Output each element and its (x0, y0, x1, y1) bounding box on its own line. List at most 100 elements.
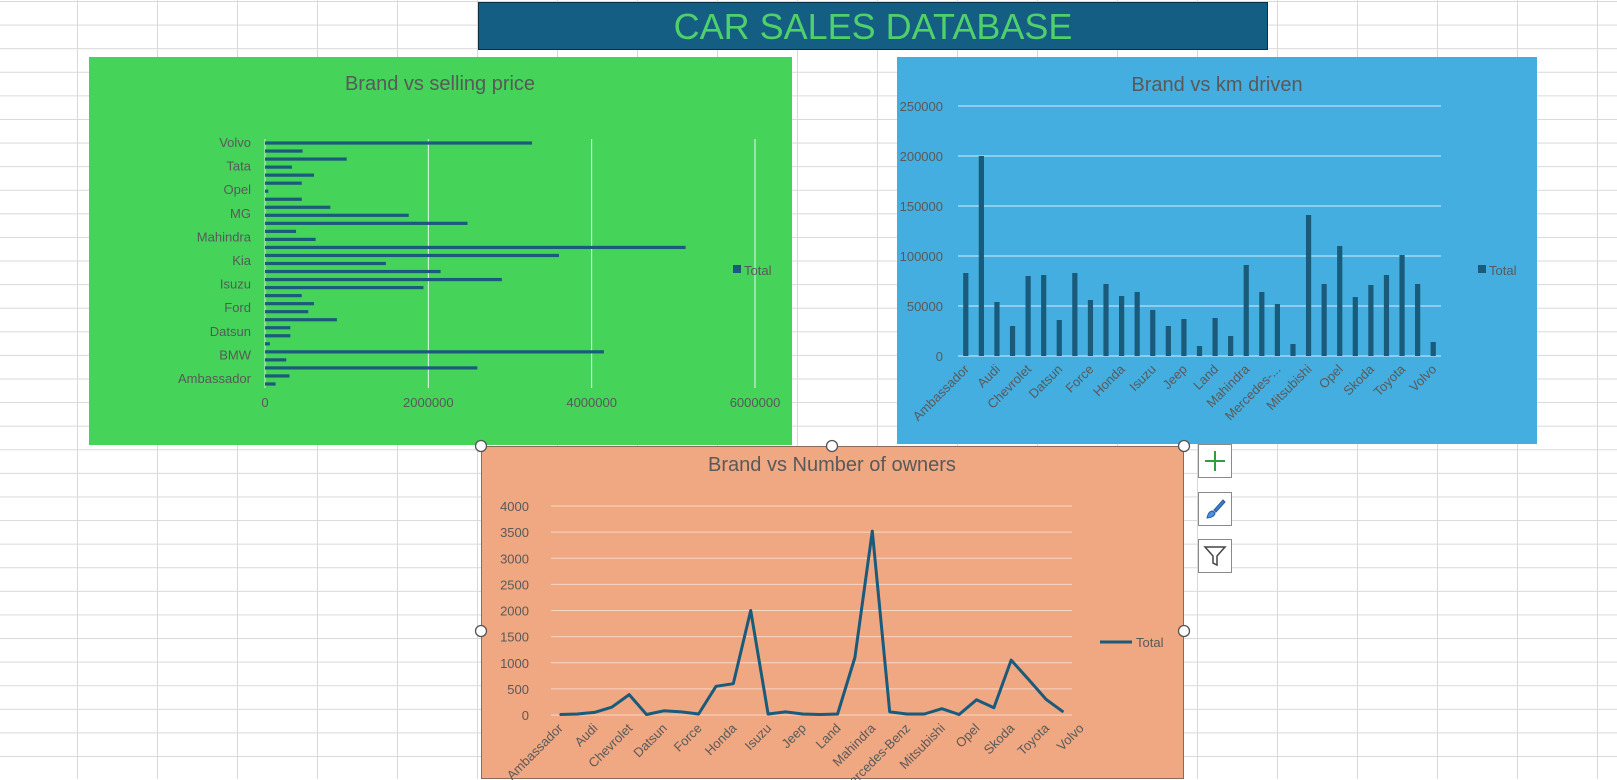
bar (1243, 265, 1249, 356)
y-tick-label: Opel (224, 182, 252, 197)
y-tick-label: Ambassador (178, 371, 252, 386)
bar (265, 261, 386, 266)
y-tick-label: Isuzu (220, 277, 251, 292)
chart-title: Brand vs km driven (1131, 74, 1302, 96)
y-tick-label: 0 (936, 349, 943, 364)
legend-label: Total (744, 263, 772, 278)
plus-icon (1205, 451, 1225, 471)
chart-elements-button[interactable] (1198, 444, 1232, 478)
x-tick-label: Volvo (1406, 362, 1439, 395)
bar (1212, 318, 1218, 356)
page-title: CAR SALES DATABASE (478, 2, 1268, 50)
bar (1352, 297, 1358, 356)
bar (265, 173, 314, 177)
bar (265, 366, 478, 370)
bar (1305, 215, 1312, 356)
bar (1415, 284, 1421, 356)
x-tick-label: 0 (261, 395, 268, 410)
chart-svg: Brand vs selling price 0 2000000 4000000 600… (178, 73, 781, 410)
resize-handle-left (474, 624, 488, 638)
y-tick-label: Kia (232, 253, 252, 268)
paintbrush-icon (1206, 499, 1226, 519)
y-tick-label: Ford (224, 300, 251, 315)
resize-handle-top-left (474, 439, 488, 453)
bar (265, 277, 502, 282)
bar (1118, 296, 1125, 356)
x-tick-label: Skoda (1340, 361, 1377, 398)
bar (265, 221, 468, 225)
bar (265, 350, 604, 354)
bar (1228, 336, 1234, 356)
bar (1368, 285, 1374, 356)
bar (1290, 344, 1296, 356)
bar (1399, 255, 1405, 356)
bar (1134, 292, 1140, 356)
bar (265, 294, 302, 298)
chart-filters-button[interactable] (1198, 539, 1232, 573)
bar (1087, 300, 1094, 356)
bar (265, 358, 287, 362)
bar (265, 253, 559, 258)
chart-selection-handles[interactable] (470, 436, 1195, 779)
bar (1009, 326, 1016, 356)
bar (265, 205, 331, 209)
y-tick-label: MG (230, 206, 251, 221)
bar (978, 156, 984, 356)
chart-svg: Brand vs km driven 0 50000 100000 150000 2000… (900, 74, 1517, 424)
chart-km-driven[interactable]: Brand vs km driven 0 50000 100000 150000 2000… (897, 57, 1537, 444)
bar (1103, 284, 1109, 356)
x-tick-label: Isuzu (1126, 362, 1159, 395)
y-tick-label: Tata (226, 159, 251, 174)
bar (994, 302, 1000, 356)
y-tick-label: Volvo (219, 135, 251, 150)
bar (265, 197, 302, 201)
bar (1196, 346, 1203, 356)
bar (1259, 292, 1265, 356)
bar (265, 269, 441, 274)
bar (1274, 304, 1281, 356)
y-tick-label: 250000 (900, 99, 943, 114)
y-tick-label: 150000 (900, 199, 943, 214)
bar (1150, 310, 1156, 356)
bar (1165, 326, 1171, 356)
bar (265, 189, 269, 193)
y-tick-label: BMW (219, 347, 252, 362)
bar (265, 181, 302, 185)
y-tick-label: 50000 (907, 299, 943, 314)
x-tick-label: Ambassador (910, 361, 973, 424)
bar (265, 245, 686, 250)
bar (1056, 320, 1062, 356)
bar (265, 382, 276, 386)
x-tick-label: 6000000 (730, 395, 781, 410)
bar (265, 326, 291, 330)
x-tick-label: 4000000 (566, 395, 617, 410)
bar (265, 157, 347, 161)
bar (1383, 275, 1390, 356)
x-tick-label: Toyota (1370, 361, 1408, 399)
bar (265, 213, 409, 217)
bar (265, 229, 297, 233)
y-tick-label: 100000 (900, 249, 943, 264)
bar (265, 165, 292, 169)
bar (265, 285, 424, 290)
bar (265, 237, 316, 242)
bar (1025, 276, 1031, 356)
resize-handle-top (825, 439, 839, 453)
legend-swatch (733, 265, 741, 273)
resize-handle-right (1177, 624, 1191, 638)
bar (265, 318, 337, 322)
bar (265, 342, 270, 346)
y-tick-label: 200000 (900, 149, 943, 164)
chart-styles-button[interactable] (1198, 492, 1232, 526)
bar (1337, 246, 1343, 356)
bar (265, 302, 314, 306)
legend-label: Total (1489, 263, 1517, 278)
x-tick-label: 2000000 (403, 395, 454, 410)
chart-selling-price[interactable]: Brand vs selling price 0 2000000 4000000 600… (89, 57, 792, 445)
x-tick-label: Honda (1090, 361, 1128, 399)
y-tick-label: Mahindra (197, 229, 252, 244)
bar (265, 334, 291, 338)
bar (265, 374, 290, 378)
bar (265, 310, 309, 314)
resize-handle-top-right (1177, 439, 1191, 453)
